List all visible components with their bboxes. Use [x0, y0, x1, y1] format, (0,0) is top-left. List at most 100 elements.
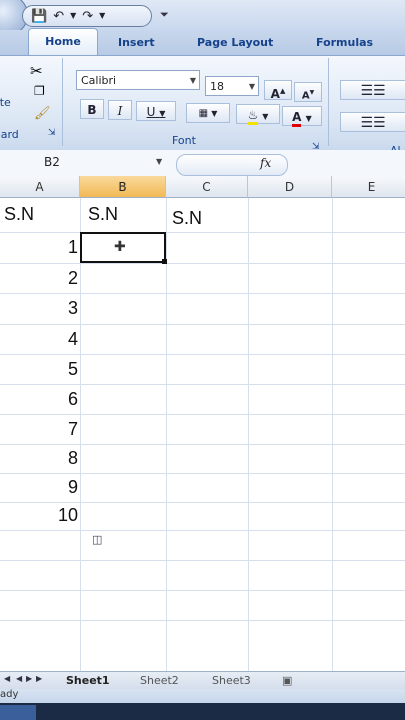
cell-a6[interactable]: 5 [40, 359, 78, 380]
first-sheet-icon[interactable]: ◀ [4, 674, 10, 683]
cell-a3[interactable]: 2 [40, 268, 78, 289]
column-header-c[interactable]: C [166, 176, 248, 198]
font-size-select[interactable]: 18 ▼ [205, 76, 259, 96]
dropdown-arrow-icon[interactable]: ▼ [70, 12, 76, 20]
italic-button[interactable]: I [108, 100, 132, 120]
tab-sheet3[interactable]: Sheet3 [212, 674, 251, 687]
insert-sheet-icon[interactable]: ▣ [282, 674, 292, 687]
auto-fill-options-icon[interactable]: ◫ [92, 533, 102, 546]
borders-button[interactable]: ▦ ▼ [186, 103, 230, 123]
tab-sheet1[interactable]: Sheet1 [66, 674, 110, 687]
shrink-font-label: A [301, 90, 310, 102]
gridline [0, 384, 405, 385]
undo-icon[interactable]: ↶ [53, 10, 64, 23]
cell-a10[interactable]: 9 [40, 477, 78, 498]
last-sheet-icon[interactable]: ▶ [36, 674, 42, 683]
tab-sheet2[interactable]: Sheet2 [140, 674, 179, 687]
grow-font-label: A [270, 87, 280, 101]
redo-icon[interactable]: ↷ [82, 10, 93, 23]
customize-toolbar-icon[interactable]: ⏷ [160, 8, 169, 22]
paste-label[interactable]: ste [0, 96, 11, 109]
fill-color-icon: ♨ [247, 108, 259, 125]
cell-a7[interactable]: 6 [40, 389, 78, 410]
clipboard-group-label: oard [0, 128, 19, 141]
gridline [0, 354, 405, 355]
cell-a2[interactable]: 1 [40, 237, 78, 258]
gridline [0, 620, 405, 621]
gridline [0, 530, 405, 531]
align-icon: ☰☰ [360, 115, 386, 131]
chevron-down-icon: ▼ [159, 109, 166, 118]
tab-formulas[interactable]: Formulas [316, 36, 373, 49]
chevron-down-icon: ▼ [262, 112, 269, 121]
sheet-tab-bar: ◀ ◀ ▶ ▶ Sheet1 Sheet2 Sheet3 ▣ [0, 671, 405, 690]
cell-b1[interactable]: S.N [88, 204, 118, 225]
cell-a8[interactable]: 7 [40, 419, 78, 440]
tab-home[interactable]: Home [28, 28, 98, 56]
chevron-down-icon[interactable]: ▼ [156, 152, 162, 172]
gridline [0, 444, 405, 445]
cell-c1[interactable]: S.N [172, 208, 202, 229]
start-button[interactable] [0, 705, 36, 720]
underline-button[interactable]: U ▼ [136, 101, 176, 121]
chevron-down-icon: ▼ [211, 109, 218, 118]
dropdown-arrow-icon[interactable]: ▼ [99, 12, 105, 20]
cell-a1[interactable]: S.N [4, 204, 34, 225]
underline-label: U [146, 105, 156, 119]
quick-access-toolbar: 💾 ↶ ▼ ↷ ▼ [22, 5, 152, 27]
cell-a4[interactable]: 3 [40, 298, 78, 319]
bold-button[interactable]: B [80, 99, 104, 119]
fill-color-button[interactable]: ♨ ▼ [236, 104, 280, 125]
gridline [0, 502, 405, 503]
column-header-a[interactable]: A [0, 176, 80, 198]
tab-insert[interactable]: Insert [118, 36, 155, 49]
chevron-down-icon: ▼ [189, 76, 196, 85]
insert-function-icon[interactable]: fx [260, 156, 271, 170]
cell-a5[interactable]: 4 [40, 329, 78, 350]
shrink-font-button[interactable]: A▼ [294, 82, 322, 102]
align-left-button[interactable]: ☰☰ [340, 112, 405, 132]
column-header-e[interactable]: E [332, 176, 405, 198]
cell-a11[interactable]: 10 [40, 505, 78, 526]
font-name-select[interactable]: Calibri ▼ [76, 70, 200, 90]
gridline [0, 590, 405, 591]
taskbar [0, 703, 405, 720]
gridline [0, 324, 405, 325]
chevron-down-icon: ▼ [248, 82, 255, 91]
tab-page-layout[interactable]: Page Layout [197, 36, 273, 49]
gridline [0, 263, 405, 264]
font-color-label: A [292, 110, 302, 127]
cell-a9[interactable]: 8 [40, 448, 78, 469]
gridline [332, 198, 333, 671]
fill-handle[interactable] [162, 259, 167, 264]
name-box-value: B2 [44, 155, 60, 169]
column-header-b[interactable]: B [80, 176, 166, 198]
worksheet-grid[interactable]: A B C D E S.N S.N S.N 1 2 3 4 5 6 7 8 9 … [0, 176, 405, 671]
cut-icon[interactable]: ✂ [30, 62, 43, 80]
font-size-value: 18 [210, 80, 224, 93]
align-icon: ☰☰ [360, 83, 386, 99]
gridline [0, 560, 405, 561]
save-icon[interactable]: 💾 [31, 10, 47, 23]
cell-cursor-icon: ✚ [114, 239, 126, 255]
gridline [0, 293, 405, 294]
column-header-d[interactable]: D [248, 176, 332, 198]
gridline [0, 473, 405, 474]
dialog-launcher-icon[interactable]: ⇲ [48, 128, 56, 138]
format-painter-icon[interactable]: 🖌 [34, 106, 51, 121]
grow-font-button[interactable]: A▲ [264, 80, 292, 101]
gridline [0, 414, 405, 415]
name-box[interactable]: B2 ▼ [0, 152, 172, 172]
gridline [166, 198, 167, 671]
status-text: ady [0, 689, 19, 700]
copy-icon[interactable]: ❐ [34, 84, 45, 98]
gridline [80, 198, 81, 671]
clipboard-group: ✂ ste ❐ 🖌 oard ⇲ [0, 58, 63, 146]
align-top-button[interactable]: ☰☰ [340, 80, 405, 100]
prev-sheet-icon[interactable]: ◀ [16, 674, 22, 683]
gridline [248, 198, 249, 671]
font-group-label: Font [172, 134, 196, 147]
chevron-down-icon: ▼ [305, 114, 312, 123]
font-color-button[interactable]: A ▼ [282, 106, 322, 127]
next-sheet-icon[interactable]: ▶ [26, 674, 32, 683]
